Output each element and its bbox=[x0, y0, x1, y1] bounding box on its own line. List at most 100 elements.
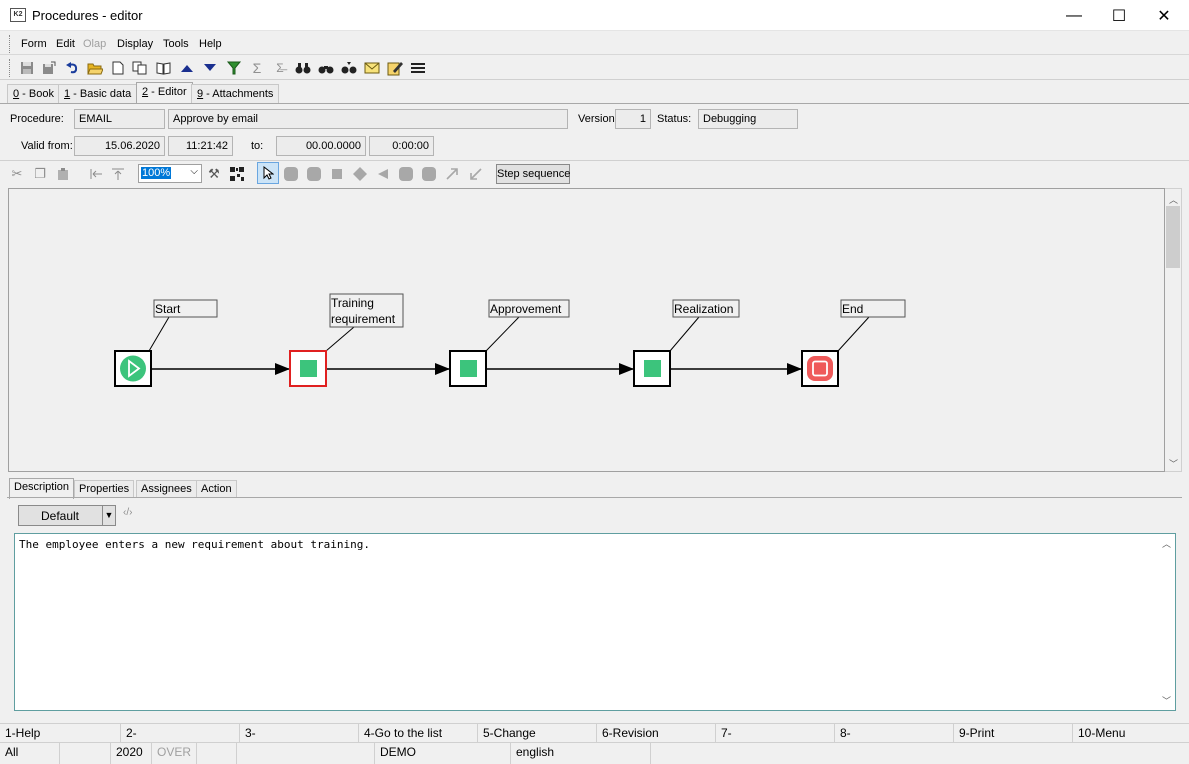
tab-attachments-label: - Attachments bbox=[203, 88, 274, 100]
fkey-2[interactable]: 2- bbox=[121, 724, 240, 743]
label-start-text: Start bbox=[155, 302, 181, 316]
tab-book[interactable]: 0 - Book bbox=[7, 84, 60, 103]
node-realization[interactable] bbox=[633, 350, 671, 387]
node-start[interactable] bbox=[114, 350, 152, 387]
subtab-description[interactable]: Description bbox=[9, 478, 75, 499]
fkey-8[interactable]: 8- bbox=[835, 724, 954, 743]
valid-from-label: Valid from: bbox=[21, 140, 73, 152]
subtab-assignees[interactable]: Assignees bbox=[136, 480, 197, 498]
minimize-button[interactable]: — bbox=[1051, 0, 1097, 31]
edit-icon[interactable] bbox=[386, 59, 404, 77]
book-icon[interactable] bbox=[155, 59, 173, 77]
fkey-6[interactable]: 6-Revision bbox=[597, 724, 716, 743]
canvas-scroll-thumb[interactable] bbox=[1166, 206, 1180, 268]
step-sequence-button[interactable]: Step sequence bbox=[496, 164, 570, 184]
valid-from-date-field[interactable]: 15.06.2020 bbox=[74, 136, 165, 156]
new-document-icon[interactable] bbox=[109, 59, 127, 77]
version-field[interactable]: 1 bbox=[615, 109, 651, 129]
copy-record-icon[interactable] bbox=[131, 59, 149, 77]
tab-editor[interactable]: 2 - Editor bbox=[136, 82, 193, 104]
status-field[interactable]: Debugging bbox=[698, 109, 798, 129]
fkey-10[interactable]: 10-Menu bbox=[1073, 724, 1189, 743]
menu-form[interactable]: Form bbox=[21, 38, 47, 50]
undo-icon[interactable] bbox=[63, 59, 81, 77]
to-time-field[interactable]: 0:00:00 bbox=[369, 136, 434, 156]
tools-icon[interactable]: ⚒ bbox=[205, 165, 223, 183]
fkey-7[interactable]: 7- bbox=[716, 724, 835, 743]
save-icon[interactable] bbox=[18, 59, 36, 77]
arrow-sw-icon bbox=[467, 165, 485, 183]
pointer-tool-button[interactable] bbox=[257, 162, 279, 184]
filter-icon[interactable] bbox=[225, 59, 243, 77]
zoom-select[interactable]: 100% ⌵ bbox=[138, 164, 202, 183]
menu-help[interactable]: Help bbox=[199, 38, 222, 50]
rounded-square-icon-2 bbox=[305, 165, 323, 183]
diagram-canvas[interactable]: Start Training requirement Approvement R… bbox=[8, 188, 1165, 472]
email-icon[interactable] bbox=[363, 59, 381, 77]
fkey-5[interactable]: 5-Change bbox=[478, 724, 597, 743]
procedure-code-field[interactable]: EMAIL bbox=[74, 109, 165, 129]
status-empty-1 bbox=[60, 743, 111, 764]
label-training[interactable]: Training requirement bbox=[329, 293, 404, 328]
fkey-3[interactable]: 3- bbox=[240, 724, 359, 743]
qr-icon[interactable] bbox=[228, 165, 246, 183]
fkey-4[interactable]: 4-Go to the list bbox=[359, 724, 478, 743]
find-next-icon[interactable] bbox=[317, 59, 335, 77]
description-scrollbar[interactable]: ︿ ﹀ bbox=[1158, 534, 1175, 710]
zoom-value: 100% bbox=[141, 167, 172, 179]
scroll-up-icon[interactable]: ︿ bbox=[1158, 537, 1175, 550]
scroll-down-icon[interactable]: ﹀ bbox=[1165, 457, 1182, 470]
open-folder-icon[interactable] bbox=[86, 59, 104, 77]
style-dropdown[interactable]: Default ▼ bbox=[18, 505, 116, 526]
close-button[interactable]: ✕ bbox=[1141, 0, 1187, 31]
scroll-up-icon[interactable]: ︿ bbox=[1165, 193, 1182, 206]
maximize-button[interactable]: ☐ bbox=[1096, 0, 1142, 31]
function-key-bar: 1-Help 2- 3- 4-Go to the list 5-Change 6… bbox=[0, 723, 1189, 743]
node-approvement[interactable] bbox=[449, 350, 487, 387]
menu-lines-icon[interactable] bbox=[409, 59, 427, 77]
scroll-down-icon[interactable]: ﹀ bbox=[1158, 694, 1175, 707]
to-label: to: bbox=[251, 140, 264, 152]
fkey-9[interactable]: 9-Print bbox=[954, 724, 1073, 743]
tab-attachments[interactable]: 9 - Attachments bbox=[191, 84, 280, 103]
node-training[interactable] bbox=[289, 350, 327, 387]
subtab-properties[interactable]: Properties bbox=[74, 480, 135, 498]
label-start[interactable]: Start bbox=[153, 299, 218, 318]
binoculars-icon[interactable] bbox=[294, 59, 312, 77]
to-date-field[interactable]: 00.00.0000 bbox=[276, 136, 366, 156]
status-empty-4 bbox=[651, 743, 1189, 764]
arrow-down-icon[interactable] bbox=[201, 59, 219, 77]
subtab-divider bbox=[7, 497, 1182, 498]
arrow-up-icon[interactable] bbox=[178, 59, 196, 77]
status-bar: All 2020 OVER DEMO english bbox=[0, 742, 1189, 764]
window-title: Procedures - editor bbox=[32, 8, 143, 23]
subtab-action[interactable]: Action bbox=[196, 480, 237, 498]
menu-display[interactable]: Display bbox=[117, 38, 153, 50]
menu-edit[interactable]: Edit bbox=[56, 38, 75, 50]
status-scope: All bbox=[0, 743, 60, 764]
dropdown-arrow-icon[interactable]: ▼ bbox=[102, 506, 115, 525]
menu-tools[interactable]: Tools bbox=[163, 38, 189, 50]
fkey-1[interactable]: 1-Help bbox=[0, 724, 121, 743]
label-realization-text: Realization bbox=[674, 302, 733, 316]
code-view-icon[interactable]: ‹/› bbox=[123, 507, 132, 518]
cursor-icon bbox=[263, 166, 274, 180]
tab-basic-data[interactable]: 1 - Basic data bbox=[58, 84, 138, 103]
label-approvement[interactable]: Approvement bbox=[488, 299, 570, 318]
status-year: 2020 bbox=[111, 743, 152, 764]
label-training-line2: requirement bbox=[331, 312, 396, 326]
procedure-name-field[interactable]: Approve by email bbox=[168, 109, 568, 129]
valid-from-time-field[interactable]: 11:21:42 bbox=[168, 136, 233, 156]
status-empty-2 bbox=[197, 743, 237, 764]
rounded-square-icon bbox=[282, 165, 300, 183]
label-end-text: End bbox=[842, 302, 863, 316]
triangle-left-icon bbox=[374, 165, 392, 183]
label-end[interactable]: End bbox=[840, 299, 906, 318]
find-prev-icon[interactable] bbox=[340, 59, 358, 77]
description-editor[interactable]: The employee enters a new requirement ab… bbox=[14, 533, 1176, 711]
subtotal-icon: Σ̶ bbox=[276, 61, 284, 75]
save-as-icon[interactable] bbox=[40, 59, 58, 77]
label-realization[interactable]: Realization bbox=[672, 299, 740, 318]
node-end[interactable] bbox=[801, 350, 839, 387]
leader-start bbox=[148, 316, 170, 352]
